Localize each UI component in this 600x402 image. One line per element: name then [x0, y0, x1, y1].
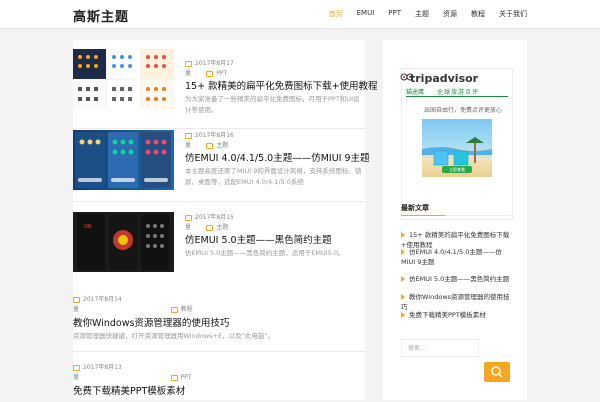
dark-thumbnail-label: ON [84, 224, 92, 230]
post-item: 2017年8月17 量 PPT 15+ 款精美的扁平化免费图标下载+使用教程 为… [73, 49, 378, 129]
post-date: 2017年8月13 [73, 362, 122, 371]
post-category: 量 主题 [185, 142, 229, 149]
bullet-icon [401, 232, 405, 238]
emui-thumbnail-art [75, 132, 171, 188]
folder-icon [170, 374, 178, 381]
nav-emui[interactable]: EMUI [357, 9, 375, 19]
main-nav: 首页 EMUI PPT 主题 资源 教程 关于我们 [315, 9, 527, 19]
post-item: ON 2017年8月15 量 主题 仿EMUI 5.0主题——黑色简约主题 仿E… [73, 212, 365, 280]
nav-theme[interactable]: 主题 [415, 9, 429, 19]
site-header: 高斯主题 首页 EMUI PPT 主题 资源 教程 关于我们 [0, 0, 600, 29]
ad-brand-cn-sub: 全球旅游点评 [437, 89, 480, 96]
nav-resources[interactable]: 资源 [443, 9, 457, 19]
category-separator: 量 [73, 374, 80, 381]
post-excerpt: 资源管理器快捷键，打开资源管理器用Windows+E，以及“此电脑”。 [73, 332, 275, 340]
recent-posts-title: 最新文章 [401, 204, 429, 212]
post-title[interactable]: 教你Windows资源管理器的使用技巧 [73, 315, 229, 329]
post-date: 2017年8月14 [73, 294, 122, 303]
recent-post-link[interactable]: 免费下载精美PPT模板素材 [401, 310, 513, 320]
post-excerpt: 仿EMUI 5.0主题——黑色简约主题，适用于EMUI5.0。 [185, 249, 345, 257]
calendar-icon [185, 132, 192, 139]
folder-icon [206, 70, 214, 77]
post-excerpt: 本主题高度还原了MIUI 9的界面设计风格，支持系统图标、锁屏、桌面等，适配EM… [185, 167, 362, 186]
nav-ppt[interactable]: PPT [388, 9, 401, 19]
post-item: 2017年8月16 量 主题 仿EMUI 4.0/4.1/5.0主题——仿MIU… [73, 130, 370, 202]
post-thumbnail-emui[interactable] [73, 130, 174, 190]
post-title[interactable]: 免费下载精美PPT模板素材 [73, 383, 185, 397]
post-excerpt: 为大家准备了一些精美的扁平化免费图标，可用于PPT和UI设计等使用。 [185, 95, 360, 114]
post-date: 2017年8月17 [185, 58, 234, 67]
folder-icon [206, 224, 214, 231]
calendar-icon [185, 214, 192, 221]
post-category: 量 PPT [73, 374, 192, 381]
post-thumbnail-dark[interactable]: ON [73, 212, 174, 272]
dark-thumbnail-art: ON [77, 214, 169, 270]
ad-cta-button[interactable]: 立即查看 [442, 166, 472, 173]
calendar-icon [73, 296, 80, 303]
post-list: 2017年8月17 量 PPT 15+ 款精美的扁平化免费图标下载+使用教程 为… [73, 40, 378, 402]
post-category: 量 教程 [73, 306, 193, 313]
recent-post-link[interactable]: 教你Windows资源管理器的使用技巧 [401, 292, 513, 312]
category-separator: 量 [185, 70, 192, 77]
icons-thumbnail-art [73, 49, 174, 109]
folder-icon [170, 306, 178, 313]
search-button[interactable] [484, 362, 510, 382]
search-icon [491, 366, 503, 378]
divider [73, 351, 365, 352]
recent-posts-underline [401, 215, 445, 216]
post-title[interactable]: 仿EMUI 4.0/4.1/5.0主题——仿MIUI 9主题 [185, 150, 370, 164]
post-title[interactable]: 仿EMUI 5.0主题——黑色简约主题 [185, 232, 332, 246]
ad-brand: tripadvisor [410, 72, 479, 85]
calendar-icon [73, 364, 80, 371]
category-separator: 量 [185, 224, 192, 231]
site-logo[interactable]: 高斯主题 [73, 6, 129, 25]
bullet-icon [401, 276, 405, 282]
nav-tutorials[interactable]: 教程 [471, 9, 485, 19]
post-item: 2017年8月13 量 PPT 免费下载精美PPT模板素材 [73, 362, 365, 402]
divider [73, 128, 365, 129]
bullet-icon [401, 294, 405, 300]
post-thumbnail-icons[interactable] [73, 49, 174, 109]
post-category: 量 PPT [185, 70, 228, 77]
sidebar: tripadvisor 猫途鹰 全球旅游点评 出国自由行，免费点评更放心 立即查… [383, 40, 527, 400]
bullet-icon [401, 249, 405, 255]
nav-home[interactable]: 首页 [329, 9, 343, 19]
post-item: 2017年8月14 量 教程 教你Windows资源管理器的使用技巧 资源管理器… [73, 294, 365, 354]
category-separator: 量 [73, 306, 80, 313]
post-date: 2017年8月16 [185, 130, 234, 139]
divider [73, 201, 365, 202]
post-date: 2017年8月15 [185, 212, 234, 221]
ad-divider [406, 96, 508, 97]
search-input[interactable]: 搜索... [401, 339, 479, 357]
tripadvisor-ad[interactable]: tripadvisor 猫途鹰 全球旅游点评 出国自由行，免费点评更放心 立即查… [400, 68, 513, 220]
bullet-icon [401, 312, 405, 318]
ad-brand-cn: 猫途鹰 [406, 89, 425, 96]
ad-tagline: 出国自由行，免费点评更放心 [424, 107, 503, 114]
folder-icon [206, 142, 214, 149]
recent-post-link[interactable]: 仿EMUI 4.0/4.1/5.0主题——仿MIUI 9主题 [401, 247, 513, 267]
post-title[interactable]: 15+ 款精美的扁平化免费图标下载+使用教程 [185, 78, 378, 92]
category-separator: 量 [185, 142, 192, 149]
nav-about[interactable]: 关于我们 [499, 9, 527, 19]
calendar-icon [185, 60, 192, 67]
post-category: 量 主题 [185, 224, 229, 231]
recent-post-link[interactable]: 仿EMUI 5.0主题——黑色简约主题 [401, 274, 513, 284]
